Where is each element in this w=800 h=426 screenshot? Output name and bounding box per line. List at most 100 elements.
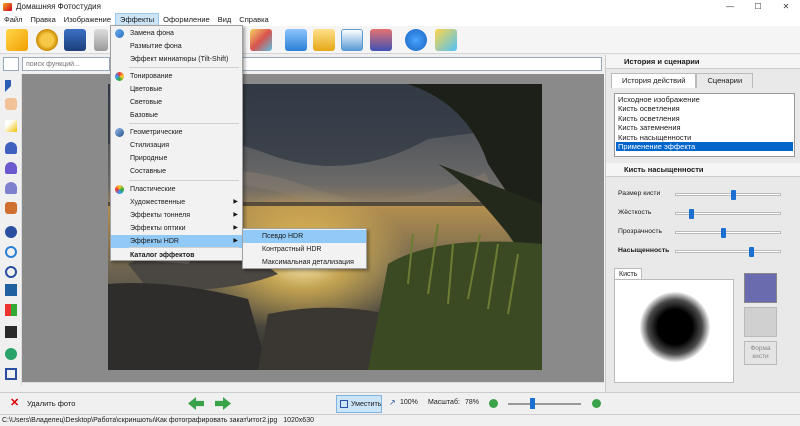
- fit-button[interactable]: Уместить: [336, 395, 382, 413]
- photo-icon[interactable]: [285, 29, 307, 51]
- zoom-100-label[interactable]: 100%: [400, 399, 418, 406]
- effect-category-icon: [115, 72, 124, 81]
- effects-menu-item[interactable]: Художественные ▶: [111, 196, 242, 209]
- menu-design[interactable]: Оформление: [159, 14, 214, 26]
- effects-menu-item-label: Стилизация: [130, 142, 169, 149]
- menu-help[interactable]: Справка: [235, 14, 272, 26]
- stamp-icon[interactable]: [5, 202, 17, 214]
- effects-menu-item-label: Каталог эффектов: [130, 252, 195, 259]
- hdr-submenu-item[interactable]: Контрастный HDR: [243, 243, 366, 256]
- slider-track[interactable]: [675, 228, 781, 238]
- submenu-arrow-icon: ▶: [233, 199, 238, 205]
- drop-icon[interactable]: [5, 182, 17, 194]
- history-item[interactable]: Кисть насыщенности: [616, 133, 793, 142]
- gallery-icon[interactable]: [36, 29, 58, 51]
- brush-color-swatch[interactable]: [744, 273, 777, 303]
- tab-history[interactable]: История действий: [611, 73, 697, 88]
- package-icon[interactable]: [435, 29, 457, 51]
- effects-menu-item[interactable]: Тонирование: [111, 70, 242, 83]
- horizontal-scrollbar[interactable]: [22, 382, 604, 392]
- close-button[interactable]: ✕: [772, 0, 800, 13]
- brush-form-button[interactable]: Форма кисти: [744, 341, 777, 365]
- open-folder-icon[interactable]: [6, 29, 28, 51]
- palette-icon[interactable]: [250, 29, 272, 51]
- effects-menu-item[interactable]: Природные: [111, 152, 242, 165]
- next-arrow-icon[interactable]: [215, 397, 231, 410]
- color-icon[interactable]: [5, 304, 17, 316]
- hdr-submenu-item-label: Контрастный HDR: [262, 246, 322, 253]
- effects-menu-item[interactable]: Цветовые: [111, 83, 242, 96]
- eraser-icon[interactable]: [5, 348, 17, 360]
- lens-icon[interactable]: [5, 246, 17, 258]
- help-icon[interactable]: [405, 29, 427, 51]
- effects-menu-item[interactable]: Стилизация: [111, 139, 242, 152]
- history-item[interactable]: Кисть затемнения: [616, 123, 793, 132]
- effects-menu-item[interactable]: Составные: [111, 165, 242, 178]
- slider-thumb[interactable]: [689, 209, 695, 219]
- save-icon[interactable]: [64, 29, 86, 51]
- menu-image[interactable]: Изображение: [60, 14, 115, 26]
- zoom-slider-thumb[interactable]: [529, 398, 535, 409]
- history-item[interactable]: Исходное изображение: [616, 95, 793, 104]
- zoom-slider[interactable]: [508, 398, 581, 409]
- brush-panel-header: Кисть насыщенности: [606, 163, 800, 177]
- zoom-100-icon[interactable]: ↗: [389, 398, 397, 408]
- slider-thumb[interactable]: [730, 190, 736, 200]
- history-item-selected[interactable]: Применение эффекта: [616, 142, 793, 152]
- prev-arrow-icon[interactable]: [188, 397, 204, 410]
- effects-menu-item[interactable]: Пластические: [111, 183, 242, 196]
- pointer-icon[interactable]: [5, 80, 17, 92]
- slider-thumb[interactable]: [748, 247, 754, 257]
- minimize-button[interactable]: —: [716, 0, 744, 13]
- hdr-submenu-item[interactable]: Максимальная детализация: [243, 256, 366, 269]
- calendar-icon[interactable]: [341, 29, 363, 51]
- hdr-submenu-item[interactable]: Псевдо HDR: [243, 230, 366, 243]
- zoom-out-icon[interactable]: [489, 399, 498, 408]
- effects-menu-item[interactable]: Эффекты тоннеля ▶: [111, 209, 242, 222]
- search-icon[interactable]: [3, 57, 19, 71]
- effects-menu-item[interactable]: Замена фона: [111, 27, 242, 40]
- effects-menu-item[interactable]: Размытие фона: [111, 40, 242, 53]
- print-icon[interactable]: [94, 29, 108, 51]
- search-row: [0, 55, 605, 73]
- magic-wand-icon[interactable]: [5, 120, 17, 132]
- slider-label: Прозрачность: [618, 228, 663, 235]
- history-item[interactable]: Кисть осветления: [616, 114, 793, 123]
- layer-icon[interactable]: [5, 326, 17, 338]
- delete-photo-label[interactable]: Удалить фото: [27, 399, 75, 408]
- effects-menu-item[interactable]: Световые: [111, 96, 242, 109]
- fit-label: Уместить: [351, 401, 382, 408]
- menu-view[interactable]: Вид: [214, 14, 236, 26]
- slider-thumb[interactable]: [721, 228, 727, 238]
- hand-icon[interactable]: [5, 98, 17, 110]
- history-item[interactable]: Кисть осветления: [616, 104, 793, 113]
- collage-icon[interactable]: [370, 29, 392, 51]
- slider-track[interactable]: [675, 209, 781, 219]
- effects-menu-item[interactable]: Геометрические: [111, 126, 242, 139]
- maximize-button[interactable]: ☐: [744, 0, 772, 13]
- dodge-brush-icon[interactable]: [5, 142, 17, 154]
- search-input[interactable]: [22, 57, 110, 71]
- frame-icon[interactable]: [313, 29, 335, 51]
- history-header-label: История и сценарии: [624, 57, 700, 66]
- effects-menu-item[interactable]: Каталог эффектов: [111, 249, 242, 262]
- menu-edit[interactable]: Правка: [26, 14, 59, 26]
- tab-scenarios[interactable]: Сценарии: [696, 73, 754, 88]
- slider-track[interactable]: [675, 190, 781, 200]
- brush-secondary-swatch[interactable]: [744, 307, 777, 337]
- effects-menu-item[interactable]: Базовые: [111, 109, 242, 122]
- histogram-icon[interactable]: [5, 284, 17, 296]
- delete-icon[interactable]: ✕: [10, 398, 20, 409]
- status-bar: C:\Users\Владелец\Desktop\Работа\скриншо…: [0, 414, 800, 426]
- eye-icon[interactable]: [5, 226, 17, 238]
- ellipse-icon[interactable]: [5, 266, 17, 278]
- slider-track[interactable]: [675, 247, 781, 257]
- effects-menu-item[interactable]: Эффекты оптики ▶: [111, 222, 242, 235]
- slider-label: Жёсткость: [618, 209, 652, 216]
- burn-brush-icon[interactable]: [5, 162, 17, 174]
- crop-icon[interactable]: [5, 368, 17, 380]
- zoom-in-icon[interactable]: [592, 399, 601, 408]
- slider-hardness: Жёсткость: [618, 207, 793, 219]
- effects-menu-item[interactable]: Эффект миниатюры (Tilt-Shift): [111, 53, 242, 66]
- menu-file[interactable]: Файл: [0, 14, 26, 26]
